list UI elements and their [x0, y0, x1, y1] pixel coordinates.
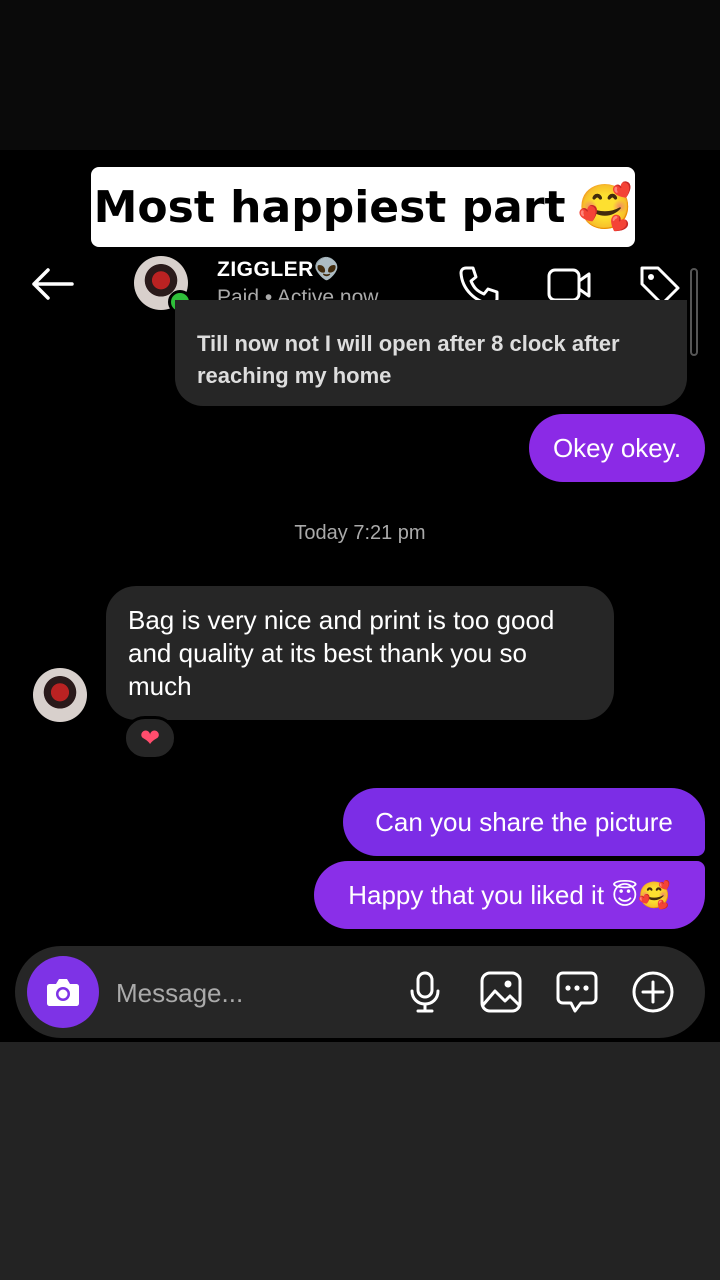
sender-avatar[interactable] — [33, 668, 87, 722]
message-outgoing[interactable]: Okey okey. — [529, 414, 705, 482]
keyboard-area — [0, 1042, 720, 1280]
chat-bubble-icon[interactable] — [554, 969, 600, 1015]
contact-name[interactable]: ZIGGLER👽 — [217, 258, 340, 282]
caption-banner: Most happiest part 🥰 — [91, 167, 635, 247]
caption-emoji: 🥰 — [577, 182, 633, 233]
top-band — [0, 0, 720, 150]
scrollbar[interactable] — [690, 268, 698, 356]
message-incoming[interactable]: Till now not I will open after 8 clock a… — [175, 300, 687, 406]
caption-text: Most happiest part — [93, 181, 566, 233]
gallery-icon[interactable] — [478, 969, 524, 1015]
message-input[interactable] — [114, 972, 388, 1014]
camera-icon — [47, 979, 79, 1006]
add-icon[interactable] — [630, 969, 676, 1015]
microphone-icon[interactable] — [402, 969, 448, 1015]
timestamp: Today 7:21 pm — [294, 522, 426, 544]
heart-reaction[interactable]: ❤ — [123, 716, 177, 760]
message-outgoing[interactable]: Can you share the picture — [343, 788, 705, 856]
message-incoming[interactable]: Bag is very nice and print is too good a… — [106, 586, 614, 720]
camera-button[interactable] — [27, 956, 99, 1028]
back-arrow-icon[interactable] — [28, 262, 76, 306]
message-outgoing[interactable]: Happy that you liked it 😇🥰 — [314, 861, 705, 929]
